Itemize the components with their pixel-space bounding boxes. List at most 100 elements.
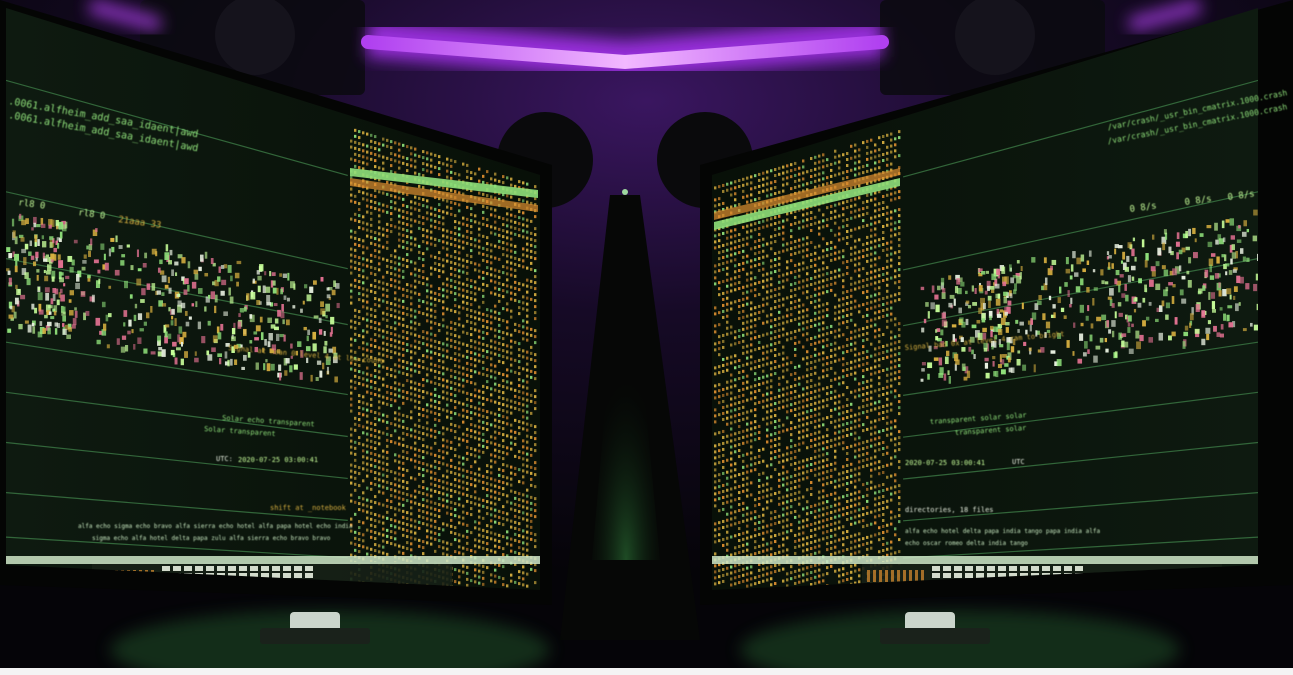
right-process-cell [778,454,781,458]
right-process-cell [750,337,753,341]
right-process-cell [738,431,741,435]
right-process-cell [742,315,745,319]
left-glyph [145,312,150,319]
left-process-cell [490,549,493,553]
left-glyph [42,328,47,334]
left-process-cell [418,460,421,464]
left-glyph [104,262,109,271]
right-glyph [973,353,976,360]
left-glyph [266,294,271,303]
right-process-cell [762,219,765,223]
left-process-cell [366,546,369,550]
right-process-cell [742,459,745,463]
left-process-cell [438,209,441,213]
left-process-cell [410,152,413,156]
left-process-cell [518,300,521,304]
right-glyph [1082,352,1087,357]
left-process-cell [410,356,413,360]
left-process-cell [526,440,529,444]
left-process-cell [398,454,401,458]
right-process-cell [782,501,785,505]
left-process-cell [474,238,477,242]
right-glyph [1149,279,1154,287]
left-process-cell [442,384,445,388]
right-process-cell [770,307,773,311]
left-process-cell [414,165,417,169]
left-process-cell [474,490,477,494]
left-process-cell [382,491,385,495]
left-process-cell [478,509,481,513]
left-process-cell [358,214,361,218]
left-process-cell [478,287,481,291]
left-process-cell [450,230,453,234]
left-process-cell [414,459,417,463]
left-process-cell [494,244,497,248]
right-glyph [1022,364,1027,371]
left-process-cell [510,543,513,547]
left-process-cell [354,422,357,426]
left-process-cell [534,299,537,303]
right-process-cell [754,294,757,298]
left-glyph [210,291,216,300]
left-process-cell [394,513,397,517]
right-glyph [1205,327,1211,334]
left-process-cell [430,242,433,246]
left-process-cell [418,520,421,524]
left-process-cell [490,393,493,397]
left-process-cell [442,456,445,460]
left-process-cell [394,369,397,373]
right-process-cell [754,516,757,520]
right-glyph [991,289,995,294]
left-process-cell [526,236,529,240]
left-process-cell [430,392,433,396]
left-process-cell [382,545,385,549]
left-process-cell [466,529,469,533]
left-process-cell [438,251,441,255]
right-glyph [1253,283,1258,292]
left-process-cell [510,501,513,505]
right-process-cell [722,333,725,337]
left-process-cell [502,391,505,395]
left-process-cell [410,380,413,384]
right-process-cell [782,333,785,337]
right-process-cell [786,296,789,300]
right-process-cell [734,228,737,232]
left-process-cell [502,319,505,323]
right-process-cell [758,226,761,230]
left-glyph [326,287,330,291]
right-process-cell [746,494,749,498]
left-process-cell [450,320,453,324]
left-process-cell [362,245,365,249]
right-process-cell [722,303,725,307]
left-process-cell [390,218,393,222]
right-process-cell [746,344,749,348]
left-process-cell [478,167,481,171]
right-process-cell [778,376,781,380]
left-process-cell [354,140,357,144]
left-process-cell [482,534,485,538]
right-process-cell [778,406,781,410]
right-glyph [1158,305,1163,312]
left-process-cell [390,530,393,534]
left-process-cell [462,402,465,406]
left-process-cell [358,136,361,140]
right-process-cell [790,511,793,515]
left-process-cell [370,253,373,257]
right-process-cell [782,183,785,187]
left-process-cell [390,206,393,210]
left-process-cell [458,545,461,549]
right-process-cell [790,493,793,497]
left-process-cell [482,582,485,586]
left-glyph [318,329,323,335]
left-process-cell [414,159,417,163]
left-process-cell [422,516,425,520]
right-glyph [997,323,1001,328]
left-process-cell [486,350,489,354]
left-process-cell [430,506,433,510]
left-glyph [129,294,133,299]
left-process-cell [502,235,505,239]
right-process-cell [722,261,725,265]
left-process-cell [498,371,501,375]
left-process-cell [530,351,533,355]
left-process-cell [462,564,465,568]
